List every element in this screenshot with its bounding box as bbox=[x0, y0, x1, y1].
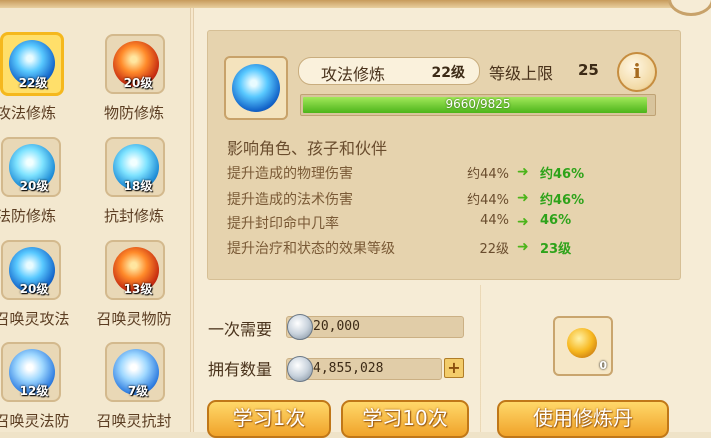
effect-current: 约44% bbox=[467, 167, 509, 182]
affects-text: 影响角色、孩子和伙伴 bbox=[227, 139, 388, 158]
arrow-right-icon: ➜ bbox=[517, 239, 529, 255]
skill-item-physical-defense[interactable]: 20级 物防修炼 bbox=[96, 34, 180, 130]
level-limit-value: 25 bbox=[578, 61, 599, 79]
selected-skill-name: 攻法修炼 bbox=[321, 65, 386, 84]
silver-coin-icon bbox=[287, 314, 313, 340]
skill-level: 7级 bbox=[127, 384, 149, 398]
use-pill-button[interactable]: 使用修炼丹 bbox=[497, 400, 669, 438]
effect-row: 提升造成的物理伤害 约44% ➜ 约46% bbox=[227, 163, 667, 183]
skill-name: 召唤灵物防 bbox=[96, 310, 172, 328]
skill-item-magic-defense[interactable]: 20级 法防修炼 bbox=[0, 137, 76, 233]
effect-row: 提升造成的法术伤害 约44% ➜ 约46% bbox=[227, 189, 667, 209]
effect-label: 提升封印命中几率 bbox=[227, 216, 339, 232]
skill-name: 抗封修炼 bbox=[103, 207, 164, 225]
effect-label: 提升造成的物理伤害 bbox=[227, 166, 353, 182]
effect-current: 44% bbox=[480, 213, 509, 228]
selected-skill-level: 22级 bbox=[431, 65, 465, 81]
skill-item-anti-seal[interactable]: 18级 抗封修炼 bbox=[96, 137, 180, 233]
effect-next: 约46% bbox=[540, 193, 585, 208]
learn-ten-button[interactable]: 学习10次 bbox=[341, 400, 469, 438]
exp-progress-text: 9660/9825 bbox=[445, 97, 511, 111]
cultivation-pill-item[interactable]: 0 bbox=[553, 316, 613, 376]
info-icon[interactable]: i bbox=[617, 52, 657, 92]
skill-level: 20级 bbox=[19, 179, 49, 193]
skill-level: 20级 bbox=[123, 76, 153, 90]
effect-next: 23级 bbox=[540, 242, 572, 257]
selected-skill-icon-frame bbox=[224, 56, 288, 120]
skill-level: 13级 bbox=[123, 282, 153, 296]
skill-level: 22级 bbox=[18, 76, 48, 90]
learn-once-button[interactable]: 学习1次 bbox=[207, 400, 331, 438]
have-label: 拥有数量 bbox=[208, 360, 273, 379]
effect-label: 提升治疗和状态的效果等级 bbox=[227, 241, 395, 257]
skill-item-attack-magic[interactable]: 22级 攻法修炼 bbox=[0, 32, 84, 130]
skill-item-summon-magic-defense[interactable]: 12级 召唤灵法防 bbox=[0, 342, 76, 438]
effect-next: 约46% bbox=[540, 167, 585, 182]
skill-level: 18级 bbox=[123, 179, 153, 193]
need-amount-box: 20,000 bbox=[286, 314, 464, 340]
exp-progress-bar: 9660/9825 bbox=[300, 94, 656, 116]
skill-name: 物防修炼 bbox=[103, 104, 164, 122]
silver-coin-icon bbox=[287, 356, 313, 382]
item-count: 0 bbox=[599, 359, 607, 372]
skill-level: 12级 bbox=[19, 384, 49, 398]
effect-label: 提升造成的法术伤害 bbox=[227, 192, 353, 208]
attack-magic-icon bbox=[232, 64, 280, 112]
arrow-right-icon: ➜ bbox=[517, 214, 529, 230]
skill-level: 20级 bbox=[19, 282, 49, 296]
effect-current: 约44% bbox=[467, 193, 509, 208]
level-limit-label: 等级上限 bbox=[489, 64, 554, 83]
effect-current: 22级 bbox=[479, 242, 509, 257]
add-currency-button[interactable]: + bbox=[444, 358, 464, 378]
skill-item-summon-attack-magic[interactable]: 20级 召唤灵攻法 bbox=[0, 240, 76, 336]
skill-item-summon-physical-defense[interactable]: 13级 召唤灵物防 bbox=[96, 240, 180, 336]
have-amount: 4,855,028 bbox=[313, 361, 384, 376]
effect-row: 提升治疗和状态的效果等级 22级 ➜ 23级 bbox=[227, 238, 667, 258]
effect-row: 提升封印命中几率 44% ➜ 46% bbox=[227, 213, 667, 233]
skill-name: 召唤灵抗封 bbox=[96, 412, 172, 430]
bottom-divider bbox=[480, 285, 482, 432]
cultivation-pill-icon bbox=[567, 328, 597, 358]
effect-next: 46% bbox=[540, 213, 572, 228]
skill-name-pill: 攻法修炼 22级 bbox=[298, 57, 480, 85]
need-amount: 20,000 bbox=[313, 319, 360, 334]
need-label: 一次需要 bbox=[208, 320, 273, 339]
have-amount-box: 4,855,028 bbox=[286, 356, 442, 382]
arrow-right-icon: ➜ bbox=[517, 164, 529, 180]
arrow-right-icon: ➜ bbox=[517, 190, 529, 206]
skill-item-summon-anti-seal[interactable]: 7级 召唤灵抗封 bbox=[96, 342, 180, 438]
top-frame bbox=[0, 0, 711, 8]
